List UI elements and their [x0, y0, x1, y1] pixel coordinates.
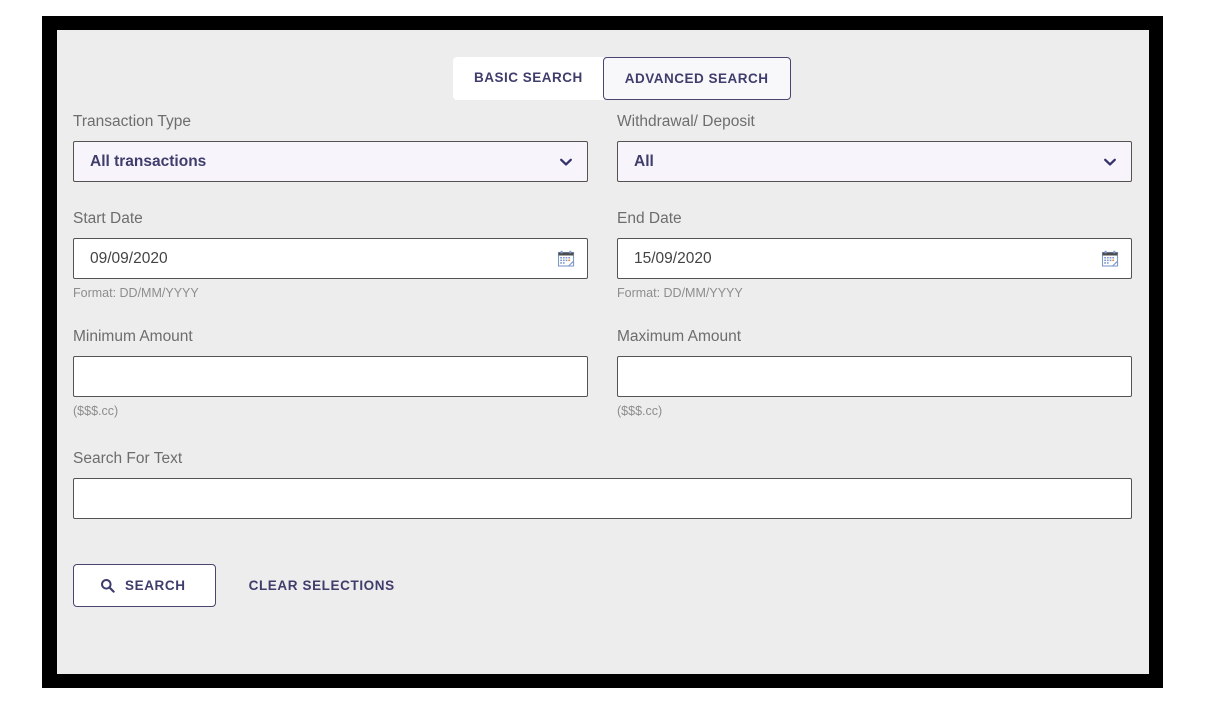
form-actions: SEARCH CLEAR SELECTIONS: [73, 564, 417, 607]
tab-advanced-search[interactable]: ADVANCED SEARCH: [602, 57, 791, 100]
form-row-4: Search For Text: [73, 450, 1133, 519]
search-icon: [100, 578, 115, 593]
search-text-input[interactable]: [73, 478, 1132, 519]
maximum-amount-hint: ($$$.cc): [617, 404, 663, 418]
maximum-amount-input[interactable]: [617, 356, 1132, 397]
chevron-down-icon: [559, 155, 573, 169]
field-withdrawal-deposit: Withdrawal/ Deposit All: [617, 113, 1132, 182]
end-date-input[interactable]: 15/09/2020: [617, 238, 1132, 279]
end-date-hint: Format: DD/MM/YYYY: [617, 286, 743, 300]
start-date-label: Start Date: [73, 210, 143, 227]
start-date-value: 09/09/2020: [90, 249, 168, 267]
search-text-label: Search For Text: [73, 450, 183, 467]
start-date-input[interactable]: 09/09/2020: [73, 238, 588, 279]
chevron-down-icon: [1103, 155, 1117, 169]
field-minimum-amount: Minimum Amount ($$$.cc): [73, 328, 588, 419]
end-date-label: End Date: [617, 210, 682, 227]
minimum-amount-hint: ($$$.cc): [73, 404, 119, 418]
field-end-date: End Date 15/09/2020 Format: DD/MM/YYYY: [617, 210, 1132, 301]
clear-selections-button[interactable]: CLEAR SELECTIONS: [227, 564, 417, 607]
field-transaction-type: Transaction Type All transactions: [73, 113, 588, 182]
clear-selections-button-label: CLEAR SELECTIONS: [248, 578, 395, 593]
withdrawal-deposit-select[interactable]: All: [617, 141, 1132, 182]
screenshot-frame: BASIC SEARCH ADVANCED SEARCH Transaction…: [42, 16, 1163, 688]
transaction-type-value: All transactions: [90, 152, 207, 170]
advanced-search-form: Transaction Type All transactions Withdr…: [73, 113, 1133, 519]
calendar-icon[interactable]: [557, 250, 575, 268]
search-mode-tabs: BASIC SEARCH ADVANCED SEARCH: [453, 57, 791, 100]
transaction-type-select[interactable]: All transactions: [73, 141, 588, 182]
field-maximum-amount: Maximum Amount ($$$.cc): [617, 328, 1132, 419]
search-button-label: SEARCH: [125, 578, 186, 593]
start-date-hint: Format: DD/MM/YYYY: [73, 286, 199, 300]
minimum-amount-label: Minimum Amount: [73, 328, 193, 345]
transaction-type-label: Transaction Type: [73, 113, 192, 130]
field-start-date: Start Date 09/09/2020 Format: DD/MM/YYYY: [73, 210, 588, 301]
advanced-search-panel: BASIC SEARCH ADVANCED SEARCH Transaction…: [57, 30, 1149, 674]
tab-basic-search[interactable]: BASIC SEARCH: [453, 57, 604, 100]
search-button[interactable]: SEARCH: [73, 564, 216, 607]
maximum-amount-label: Maximum Amount: [617, 328, 742, 345]
withdrawal-deposit-label: Withdrawal/ Deposit: [617, 113, 755, 130]
field-search-text: Search For Text: [73, 450, 1132, 519]
end-date-value: 15/09/2020: [634, 249, 712, 267]
withdrawal-deposit-value: All: [634, 152, 654, 170]
form-row-3: Minimum Amount ($$$.cc) Maximum Amount (…: [73, 328, 1133, 419]
form-row-1: Transaction Type All transactions Withdr…: [73, 113, 1133, 182]
form-row-2: Start Date 09/09/2020 Format: DD/MM/YYYY…: [73, 210, 1133, 301]
minimum-amount-input[interactable]: [73, 356, 588, 397]
calendar-icon[interactable]: [1101, 250, 1119, 268]
